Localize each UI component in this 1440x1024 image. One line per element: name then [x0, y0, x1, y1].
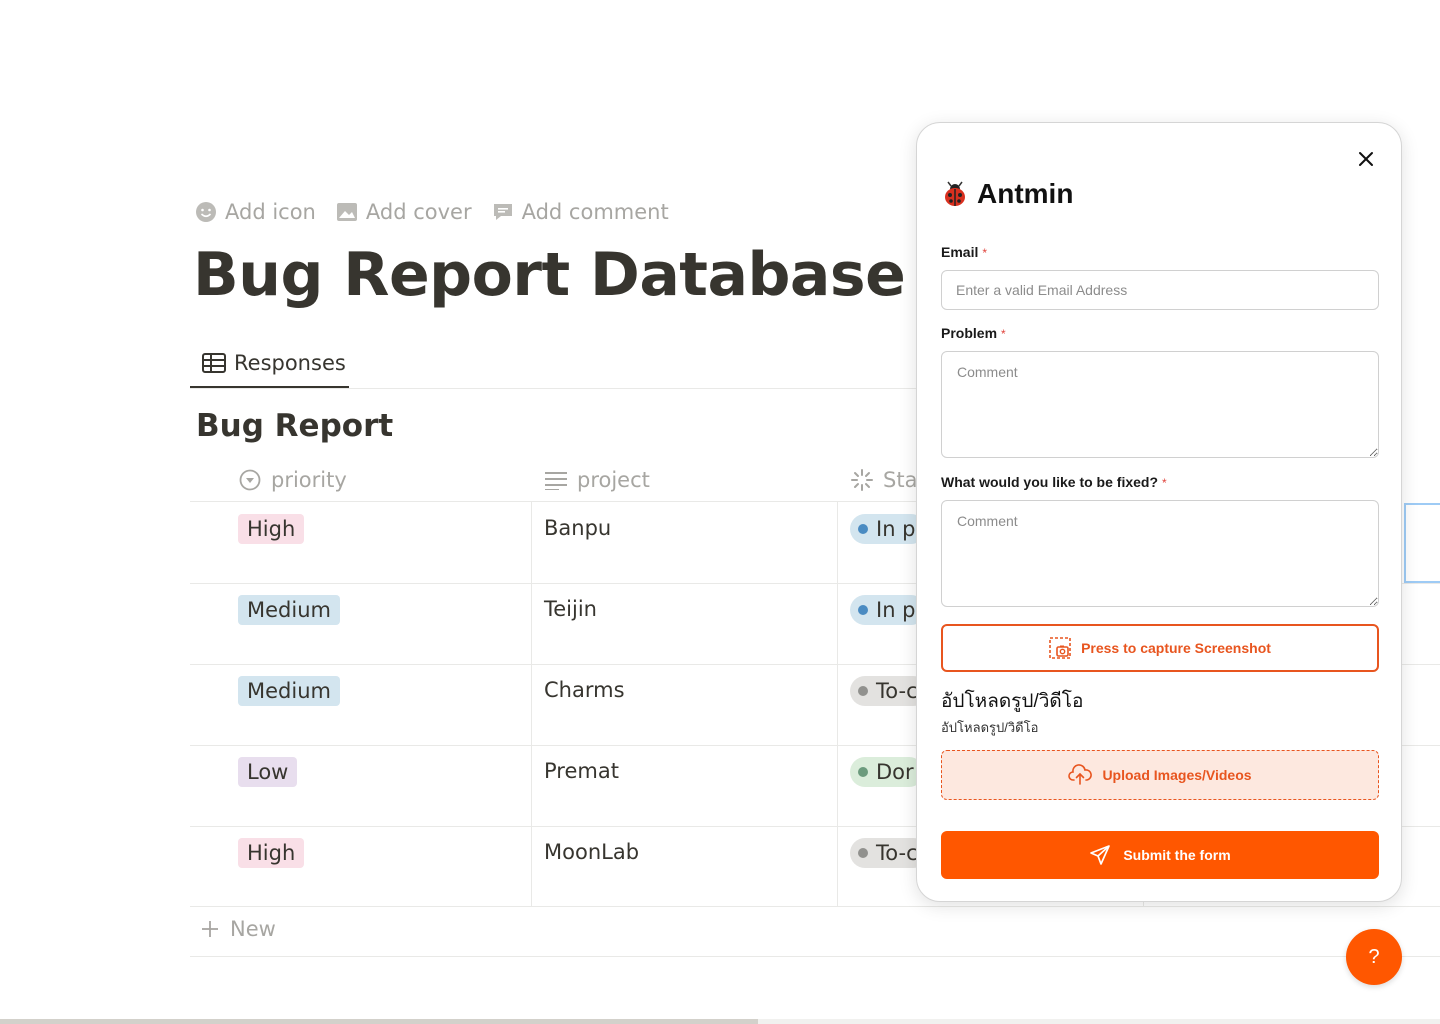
required-mark: *	[1001, 327, 1006, 341]
upload-media-button[interactable]: Upload Images/Videos	[941, 750, 1379, 800]
status-label: In p	[876, 517, 916, 541]
required-mark: *	[1162, 476, 1167, 490]
status-icon	[851, 469, 873, 491]
header-divider	[190, 501, 916, 502]
select-icon	[239, 469, 261, 491]
status-dot	[858, 686, 868, 696]
brand-name: Antmin	[977, 178, 1074, 209]
fix-label: What would you like to be fixed? *	[941, 474, 1167, 490]
upload-media-label: Upload Images/Videos	[1102, 767, 1252, 783]
horizontal-scrollbar-thumb[interactable]	[0, 1019, 758, 1024]
problem-textarea[interactable]	[941, 351, 1379, 458]
comment-icon	[493, 204, 512, 220]
cloud-upload-icon	[1068, 764, 1093, 785]
add-icon-button[interactable]: Add icon	[195, 200, 316, 224]
column-header-project[interactable]: project	[545, 462, 650, 498]
project-cell[interactable]: Premat	[544, 759, 619, 783]
status-label: To-c	[876, 679, 918, 703]
database-title: Bug Report	[196, 408, 394, 444]
project-cell[interactable]: Banpu	[544, 516, 611, 540]
screenshot-capture-icon	[1049, 637, 1071, 659]
table-bottom-divider	[190, 956, 1440, 957]
text-icon	[545, 472, 567, 490]
project-cell[interactable]: MoonLab	[544, 840, 639, 864]
row-divider	[190, 906, 1440, 907]
submit-form-button[interactable]: Submit the form	[941, 831, 1379, 879]
priority-tag-high[interactable]: High	[238, 514, 305, 544]
status-dot	[858, 605, 868, 615]
upload-title: อัปโหลดรูป/วิดีโอ	[941, 691, 1084, 712]
required-mark: *	[982, 246, 988, 260]
submit-form-label: Submit the form	[1123, 847, 1231, 863]
help-button[interactable]: ?	[1346, 929, 1402, 985]
image-icon	[336, 203, 357, 221]
add-comment-button[interactable]: Add comment	[492, 200, 669, 224]
tab-divider	[190, 388, 916, 389]
fix-label-text: What would you like to be fixed?	[941, 474, 1159, 490]
status-dot	[858, 848, 868, 858]
add-comment-label: Add comment	[521, 200, 669, 224]
fix-textarea[interactable]	[941, 500, 1379, 607]
capture-screenshot-button[interactable]: Press to capture Screenshot	[941, 624, 1379, 672]
capture-screenshot-label: Press to capture Screenshot	[1081, 640, 1271, 656]
email-field[interactable]	[941, 270, 1379, 310]
close-button[interactable]	[1354, 147, 1378, 171]
add-new-row-button[interactable]: New	[200, 917, 276, 941]
close-icon	[1359, 152, 1373, 166]
feedback-widget-panel: Antmin Email* Problem* What would you li…	[916, 122, 1402, 902]
priority-tag-medium[interactable]: Medium	[238, 676, 340, 706]
column-header-priority[interactable]: priority	[239, 462, 347, 498]
priority-tag-low[interactable]: Low	[238, 757, 298, 787]
brand: Antmin	[941, 178, 1073, 210]
add-cover-label: Add cover	[365, 200, 472, 224]
table-icon	[202, 353, 226, 373]
email-label-text: Email	[941, 244, 979, 260]
column-label-priority: priority	[271, 468, 347, 492]
status-dot	[858, 767, 868, 777]
column-label-project: project	[577, 468, 650, 492]
column-divider	[531, 502, 532, 907]
page-title: Bug Report Database	[193, 240, 906, 310]
tab-responses-label: Responses	[234, 351, 346, 375]
project-cell[interactable]: Charms	[544, 678, 625, 702]
send-icon	[1090, 845, 1111, 865]
column-divider	[837, 502, 838, 907]
add-icon-label: Add icon	[225, 200, 316, 224]
status-label: In p	[876, 598, 916, 622]
plus-icon	[202, 921, 218, 937]
status-pill-in-progress[interactable]: In p	[850, 595, 926, 625]
status-dot	[858, 524, 868, 534]
selection-highlight	[1404, 503, 1440, 583]
page-actions: Add icon Add cover Add comment	[195, 200, 669, 224]
column-header-status[interactable]: Stat	[851, 462, 926, 498]
problem-label-text: Problem	[941, 325, 998, 341]
smiley-icon	[196, 202, 216, 222]
problem-label: Problem *	[941, 325, 1006, 341]
status-pill-in-progress[interactable]: In p	[850, 514, 926, 544]
add-new-row-label: New	[230, 917, 276, 941]
ladybug-icon	[945, 181, 965, 206]
help-label: ?	[1368, 945, 1380, 968]
priority-tag-medium[interactable]: Medium	[238, 595, 340, 625]
add-cover-button[interactable]: Add cover	[336, 200, 472, 224]
status-pill-done[interactable]: Dor	[850, 757, 924, 787]
priority-tag-high[interactable]: High	[238, 838, 305, 868]
tab-responses[interactable]: Responses	[190, 340, 349, 388]
email-label: Email *	[941, 244, 987, 260]
upload-subtitle: อัปโหลดรูป/วิดีโอ	[941, 720, 1039, 735]
status-label: Dor	[876, 760, 914, 784]
project-cell[interactable]: Teijin	[544, 597, 597, 621]
status-label: To-c	[876, 841, 918, 865]
